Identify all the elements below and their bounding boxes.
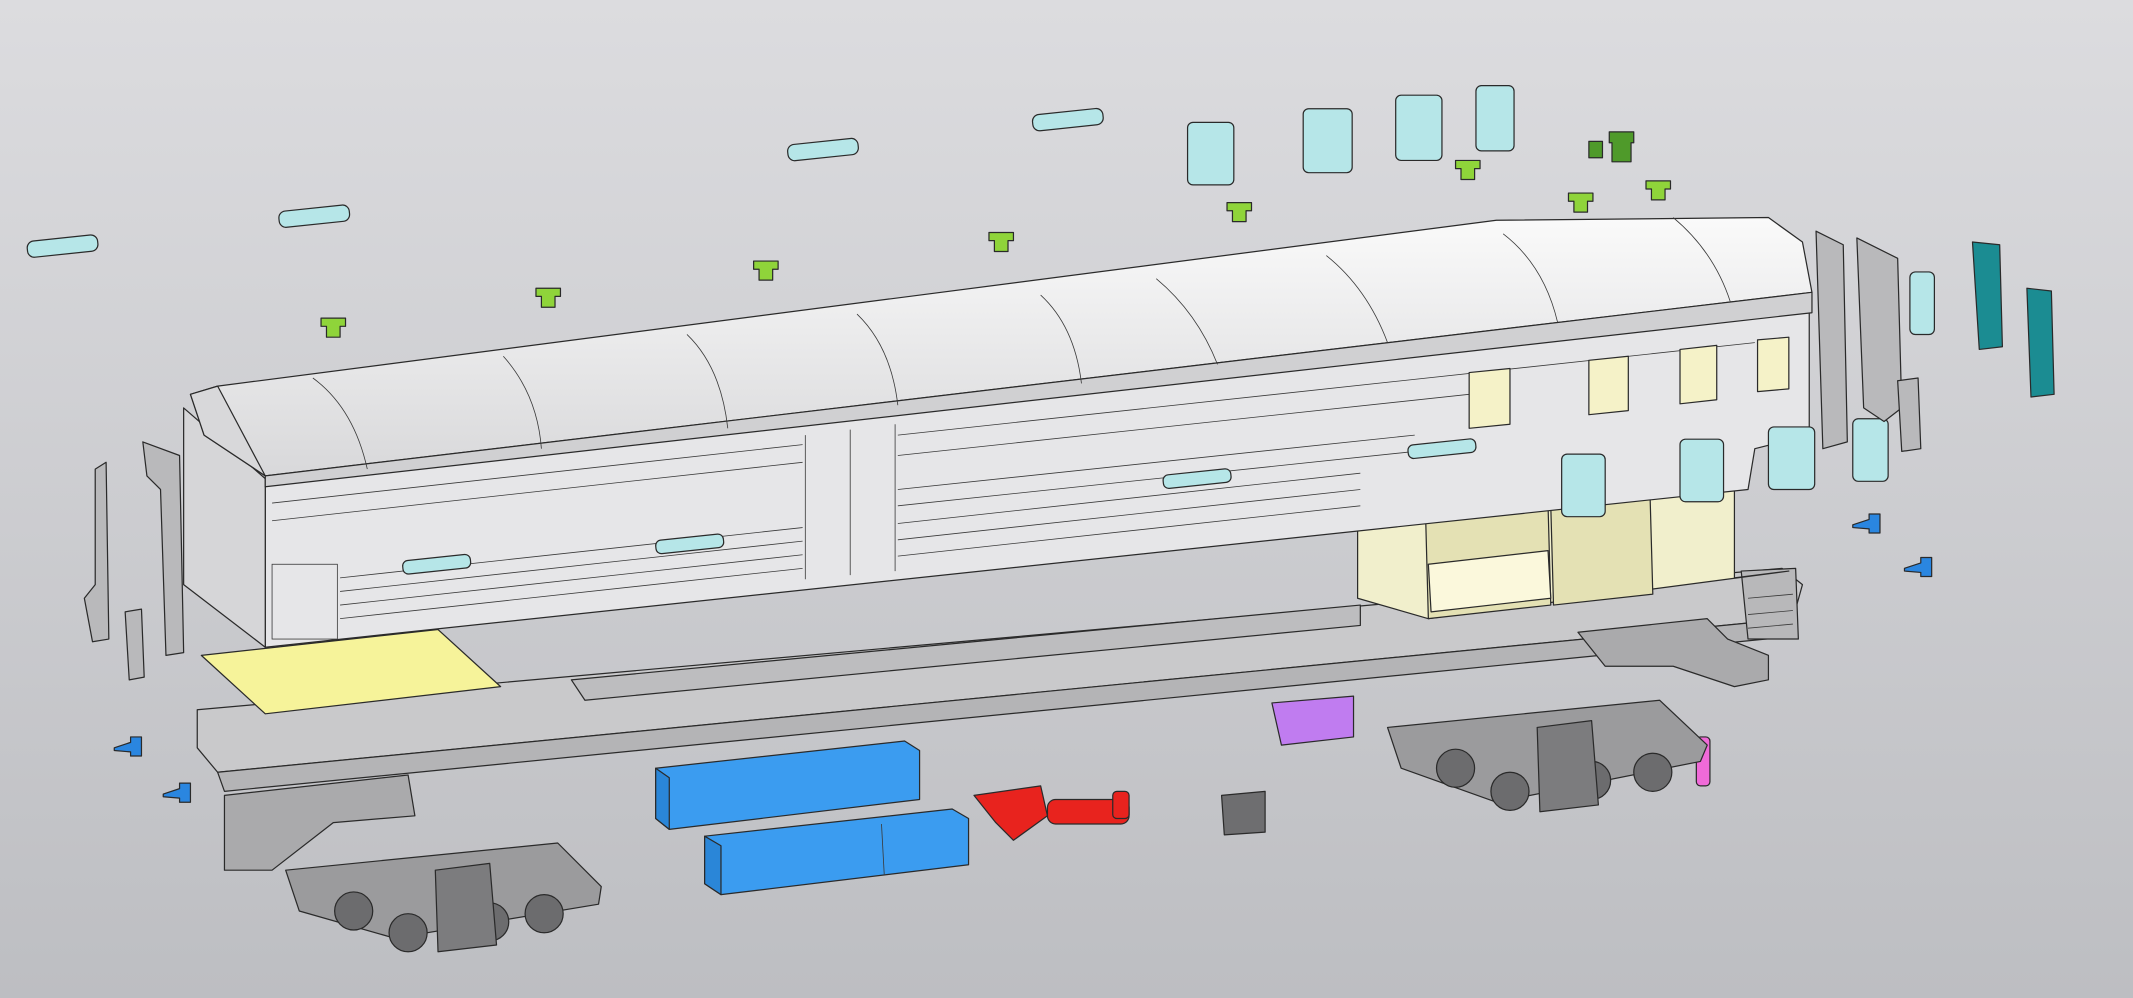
purple-component[interactable] (1271, 695, 1355, 746)
cad-viewport[interactable] (0, 0, 2133, 998)
small-bracket[interactable] (1220, 790, 1266, 836)
